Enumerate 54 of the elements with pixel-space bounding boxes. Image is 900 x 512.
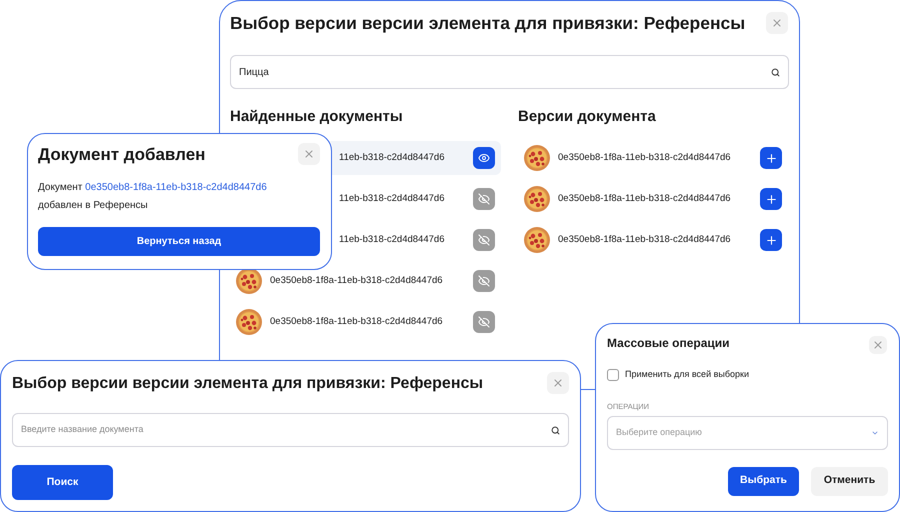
eye-off-icon bbox=[478, 275, 490, 287]
close-button[interactable] bbox=[547, 372, 569, 394]
eye-off-icon bbox=[478, 316, 490, 328]
search-input[interactable]: Введите название документа bbox=[21, 423, 551, 437]
eye-off-icon bbox=[478, 234, 490, 246]
document-row[interactable]: 0e350eb8-1f8a-11eb-b318-c2d4d8447d6 bbox=[230, 305, 501, 339]
message-text: Документ 0e350eb8-1f8a-11eb-b318-c2d4d8447d6 добавлен в Референсы bbox=[38, 181, 268, 213]
plus-icon bbox=[764, 234, 778, 246]
close-icon bbox=[872, 339, 884, 351]
section-heading: Найденные документы bbox=[230, 107, 404, 127]
close-button[interactable] bbox=[869, 336, 887, 354]
document-id: 0e350eb8-1f8a-11eb-b318-c2d4d8447d6 bbox=[270, 274, 443, 288]
section-heading: Версии документа bbox=[518, 107, 657, 127]
close-button[interactable] bbox=[298, 143, 320, 165]
checkbox-label: Применить для всей выборки bbox=[625, 368, 749, 381]
document-id: 11eb-b318-c2d4d8447d6 bbox=[339, 192, 444, 206]
dialog-title: Документ добавлен bbox=[38, 144, 206, 166]
close-icon bbox=[552, 377, 564, 389]
search-value: Пицца bbox=[239, 66, 269, 80]
version-id: 0e350eb8-1f8a-11eb-b318-c2d4d8447d6 bbox=[558, 192, 731, 206]
visibility-button[interactable] bbox=[473, 311, 495, 333]
close-button[interactable] bbox=[766, 12, 788, 34]
search-icon bbox=[551, 426, 560, 434]
add-button[interactable] bbox=[760, 229, 782, 251]
search-field[interactable]: Пицца bbox=[230, 55, 789, 89]
visibility-button[interactable] bbox=[473, 147, 495, 169]
visibility-button[interactable] bbox=[473, 270, 495, 292]
visibility-button[interactable] bbox=[473, 188, 495, 210]
dialog-title: Выбор версии версии элемента для привязки: Референсы bbox=[12, 374, 484, 394]
document-id: 11eb-b318-c2d4d8447d6 bbox=[339, 150, 444, 165]
search-button[interactable]: Поиск bbox=[12, 465, 113, 500]
add-button[interactable] bbox=[760, 147, 782, 169]
document-id: 0e350eb8-1f8a-11eb-b318-c2d4d8447d6 bbox=[270, 314, 443, 329]
close-icon bbox=[771, 17, 783, 29]
version-id: 0e350eb8-1f8a-11eb-b318-c2d4d8447d6 bbox=[558, 232, 731, 247]
plus-icon bbox=[764, 152, 778, 164]
version-id: 0e350eb8-1f8a-11eb-b318-c2d4d8447d6 bbox=[558, 150, 731, 165]
eye-off-icon bbox=[478, 193, 490, 205]
eye-icon bbox=[478, 152, 490, 164]
select-placeholder: Выберите операцию bbox=[616, 426, 702, 439]
back-button[interactable]: Вернуться назад bbox=[38, 227, 320, 256]
dialog-title: Выбор версии версии элемента для привязки: Референсы bbox=[230, 12, 746, 35]
visibility-button[interactable] bbox=[473, 229, 495, 251]
close-icon bbox=[303, 148, 315, 160]
checkbox[interactable] bbox=[607, 368, 619, 381]
plus-icon bbox=[764, 192, 778, 206]
add-button[interactable] bbox=[760, 188, 782, 210]
search-field[interactable]: Введите название документа bbox=[12, 413, 569, 447]
cancel-button[interactable]: Отменить bbox=[811, 466, 888, 496]
select-button[interactable]: Выбрать bbox=[728, 466, 799, 496]
document-id: 11eb-b318-c2d4d8447d6 bbox=[339, 232, 444, 247]
search-icon bbox=[771, 68, 780, 76]
dialog-title: Массовые операции bbox=[607, 335, 730, 351]
document-link[interactable]: 0e350eb8-1f8a-11eb-b318-c2d4d8447d6 bbox=[85, 182, 267, 193]
